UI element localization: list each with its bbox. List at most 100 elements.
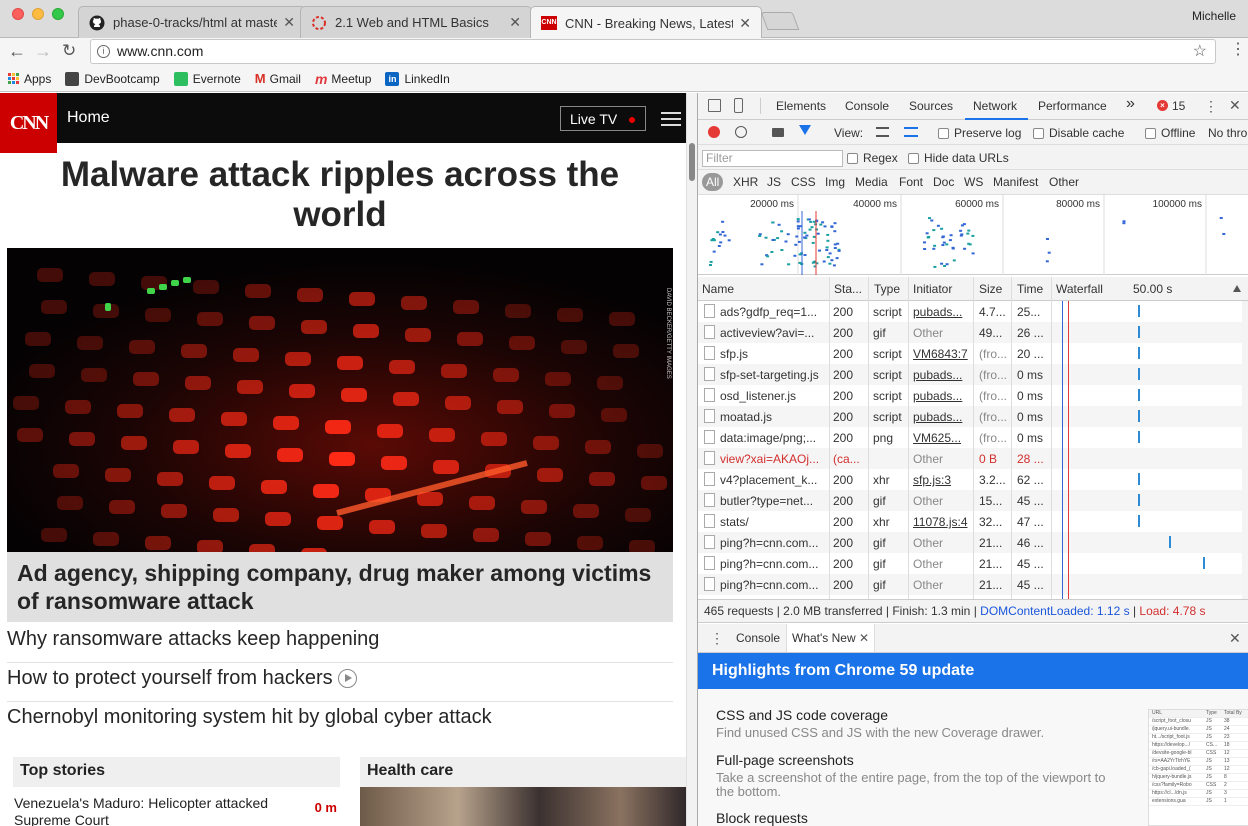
hide-data-urls-checkbox[interactable]: Hide data URLs [908,151,1009,165]
browser-tab-cnn[interactable]: CNN CNN - Breaking News, Latest N ✕ [530,6,762,39]
type-filter-all[interactable]: All [702,173,724,191]
tab-network[interactable]: Network [973,99,1017,113]
back-icon[interactable]: ← [8,41,26,62]
type-filter-manifest[interactable]: Manifest [993,175,1038,189]
large-rows-icon[interactable] [876,127,889,137]
col-name[interactable]: Name [702,282,734,296]
live-tv-button[interactable]: Live TV [560,106,646,131]
page-headline[interactable]: Malware attack ripples across the world [20,155,660,235]
drawer-menu-icon[interactable]: ⋮ [710,630,724,647]
scrollbar-thumb[interactable] [689,143,695,181]
preserve-log-checkbox[interactable]: Preserve log [938,126,1021,140]
waterfall-bar[interactable] [1169,536,1171,548]
bookmark-devbootcamp[interactable]: DevBootcamp [65,71,160,86]
bookmark-gmail[interactable]: M Gmail [255,71,301,86]
type-filter-xhr[interactable]: XHR [733,175,758,189]
error-count[interactable]: 15 [1172,99,1185,113]
waterfall-bar[interactable] [1138,410,1140,422]
health-care-image[interactable] [360,787,686,826]
col-status[interactable]: Sta... [834,282,862,296]
waterfall-bar[interactable] [1138,368,1140,380]
close-tab-icon[interactable]: ✕ [509,14,521,31]
waterfall-bar[interactable] [1138,389,1140,401]
related-link[interactable]: How to protect yourself from hackers [7,663,673,702]
close-tab-icon[interactable]: ✕ [739,15,751,32]
type-filter-doc[interactable]: Doc [933,175,954,189]
capture-screenshots-icon[interactable] [772,128,784,137]
tab-elements[interactable]: Elements [776,99,826,113]
whats-new-item-title[interactable]: Full-page screenshots [716,752,854,768]
close-window-button[interactable] [12,8,24,20]
table-scrollbar[interactable] [1242,301,1248,599]
minimize-window-button[interactable] [32,8,44,20]
more-tabs-icon[interactable]: » [1126,95,1135,113]
waterfall-bar[interactable] [1138,431,1140,443]
type-filter-img[interactable]: Img [825,175,845,189]
waterfall-overview-icon[interactable] [904,127,918,137]
bookmark-meetup[interactable]: m Meetup [315,71,371,87]
col-time[interactable]: Time [1017,282,1043,296]
request-initiator[interactable]: 11078.js:4 [913,515,971,529]
drawer-tab-whats-new[interactable]: What's New ✕ [786,624,876,652]
waterfall-bar[interactable] [1138,494,1140,506]
cnn-logo[interactable]: CNN [0,93,57,153]
error-icon[interactable]: × [1157,100,1168,111]
devtools-menu-icon[interactable]: ⋮ [1204,98,1218,115]
type-filter-css[interactable]: CSS [791,175,816,189]
close-tab-icon[interactable]: ✕ [283,14,295,31]
col-waterfall[interactable]: Waterfall [1056,282,1103,296]
waterfall-bar[interactable] [1138,347,1140,359]
bookmark-apps[interactable]: Apps [8,72,51,86]
browser-tab-github[interactable]: phase-0-tracks/html at master ✕ [78,6,306,38]
request-initiator[interactable]: pubads... [913,305,971,319]
request-initiator[interactable]: VM6843:7 [913,347,971,361]
throttling-select[interactable]: No thro [1208,126,1247,140]
request-initiator[interactable]: sfp.js:3 [913,473,971,487]
top-story-item[interactable]: Venezuela's Maduro: Helicopter attacked … [13,787,338,826]
tab-console[interactable]: Console [845,99,889,113]
request-initiator[interactable]: pubads... [913,410,971,424]
filter-input[interactable]: Filter [702,150,843,167]
col-initiator[interactable]: Initiator [913,282,952,296]
whats-new-item-title[interactable]: Block requests [716,810,808,826]
inspect-element-icon[interactable] [708,99,721,112]
waterfall-bar[interactable] [1138,326,1140,338]
disable-cache-checkbox[interactable]: Disable cache [1033,126,1124,140]
type-filter-font[interactable]: Font [899,175,923,189]
forward-icon[interactable]: → [34,41,52,62]
regex-checkbox[interactable]: Regex [847,151,898,165]
type-filter-media[interactable]: Media [855,175,888,189]
new-tab-button[interactable] [760,12,800,30]
request-initiator[interactable]: pubads... [913,389,971,403]
hero-image[interactable]: DAVID BECKER/GETTY IMAGES [7,248,673,552]
close-tab-icon[interactable]: ✕ [859,631,869,645]
close-devtools-icon[interactable]: ✕ [1229,97,1241,114]
maximize-window-button[interactable] [52,8,64,20]
filter-icon[interactable] [799,125,811,135]
device-toolbar-icon[interactable] [734,98,743,113]
related-link[interactable]: Why ransomware attacks keep happening [7,624,673,663]
waterfall-bar[interactable] [1138,515,1140,527]
type-filter-ws[interactable]: WS [964,175,983,189]
waterfall-bar[interactable] [1138,305,1140,317]
clear-icon[interactable] [735,126,747,138]
address-bar[interactable]: i www.cnn.com ☆ [90,39,1216,64]
col-size[interactable]: Size [979,282,1002,296]
col-type[interactable]: Type [874,282,900,296]
browser-tab-web-basics[interactable]: 2.1 Web and HTML Basics ✕ [300,6,532,38]
whats-new-item-title[interactable]: CSS and JS code coverage [716,707,888,723]
profile-name[interactable]: Michelle [1192,9,1236,23]
type-filter-js[interactable]: JS [767,175,781,189]
reload-icon[interactable]: ↻ [62,41,76,61]
close-drawer-icon[interactable]: ✕ [1229,630,1241,647]
drawer-tab-console[interactable]: Console [736,631,780,645]
bookmark-evernote[interactable]: Evernote [173,71,241,86]
coverage-thumbnail[interactable]: URL Type Total By/script_foot_closu JS 38/jq… [1148,709,1248,826]
hero-caption[interactable]: Ad agency, shipping company, drug maker … [7,552,673,622]
request-initiator[interactable]: VM625... [913,431,971,445]
tab-sources[interactable]: Sources [909,99,953,113]
bookmark-linkedin[interactable]: in LinkedIn [385,71,450,86]
hamburger-menu-icon[interactable] [661,112,681,130]
related-link[interactable]: Chernobyl monitoring system hit by globa… [7,702,673,741]
waterfall-bar[interactable] [1138,473,1140,485]
